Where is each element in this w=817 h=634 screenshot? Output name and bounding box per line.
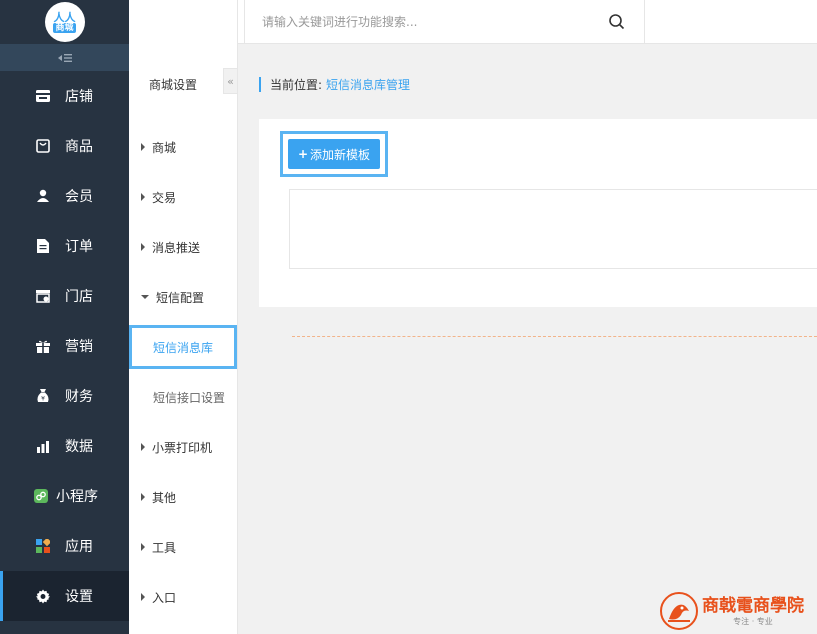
sidebar-item-apps[interactable]: 应用 [0,521,129,571]
sidebar-item-label: 门店 [65,289,93,305]
watermark: 商戟電商學院 专注 · 专业 [660,588,817,634]
submenu-child-label: 短信消息库 [153,340,214,355]
caret-right-icon [141,593,145,601]
submenu-item-label: 交易 [152,190,177,205]
submenu-item-sms-config[interactable]: 短信配置 [129,272,238,322]
logo-text-top: 人人 [53,10,76,24]
bar-chart-icon [36,439,50,453]
watermark-title: 商戟電商學院 [702,596,804,616]
caret-right-icon [141,243,145,251]
settings-submenu: 商城设置 « 商城 交易 消息推送 短信配置 短信消息库 短信接口设置 小票打印… [129,0,238,634]
submenu-child-label: 短信接口设置 [153,390,226,405]
watermark-text: 商戟電商學院 专注 · 专业 [702,595,804,627]
submenu-item-label: 入口 [152,590,177,605]
sidebar-item-label: 营销 [65,339,93,355]
submenu-item-label: 短信配置 [156,290,205,305]
caret-right-icon [141,193,145,201]
submenu-child-sms-library[interactable]: 短信消息库 [129,325,237,369]
submenu-collapse-button[interactable]: « [223,68,237,94]
sidebar-item-store[interactable]: 店铺 [0,71,129,121]
logo-area: 人人 商城 [0,0,129,44]
sidebar-item-marketing[interactable]: 营销 [0,321,129,371]
sidebar-item-settings[interactable]: 设置 [0,571,129,621]
sidebar-collapse-toggle[interactable] [0,44,129,71]
caret-right-icon [141,143,145,151]
submenu-item-label: 小票打印机 [152,440,213,455]
add-template-label: 添加新模板 [310,147,371,162]
sidebar-item-order[interactable]: 订单 [0,221,129,271]
apps-icon [36,539,50,553]
dashed-divider [292,336,817,337]
sidebar-item-label: 小程序 [56,489,98,505]
search-input[interactable] [262,7,602,37]
template-list-box [289,189,817,269]
sidebar-item-label: 订单 [65,239,93,255]
sidebar-item-label: 设置 [65,589,93,605]
sidebar-item-finance[interactable]: ¥ 财务 [0,371,129,421]
breadcrumb-current[interactable]: 短信消息库管理 [326,76,410,93]
double-chevron-left-icon: « [227,74,234,88]
app-logo[interactable]: 人人 商城 [44,2,85,42]
submenu-item-mall[interactable]: 商城 [129,122,238,172]
submenu-item-trade[interactable]: 交易 [129,172,238,222]
watermark-logo-icon [660,592,698,630]
submenu-item-label: 其他 [152,490,177,505]
bag-icon [36,139,50,153]
svg-text:¥: ¥ [41,396,45,403]
add-template-highlight: + 添加新模板 [280,131,388,177]
caret-right-icon [141,543,145,551]
sidebar-item-data[interactable]: 数据 [0,421,129,471]
sidebar-item-label: 店铺 [65,89,93,105]
breadcrumb-label: 当前位置: [270,78,323,92]
sidebar-item-outlet[interactable]: 门店 [0,271,129,321]
user-icon [36,189,50,203]
sidebar-item-label: 商品 [65,139,93,155]
search-icon[interactable] [608,13,626,31]
submenu-item-entry[interactable]: 入口 [129,572,238,622]
submenu-item-tools[interactable]: 工具 [129,522,238,572]
sidebar-item-label: 财务 [65,389,93,405]
submenu-title: 商城设置 [149,77,198,92]
sidebar-item-label: 应用 [65,539,93,555]
caret-right-icon [141,443,145,451]
gift-icon [36,339,50,353]
caret-down-icon [141,295,149,299]
sidebar-item-label: 会员 [65,189,93,205]
store-icon [36,89,50,103]
submenu-item-label: 消息推送 [152,240,201,255]
logo-text-bottom: 商城 [53,22,76,33]
main-sidebar: 人人 商城 店铺 商品 会员 订单 门店 营销 ¥ 财务 数据 小程序 应用 设… [0,0,129,634]
sidebar-item-goods[interactable]: 商品 [0,121,129,171]
add-template-button[interactable]: + 添加新模板 [288,139,380,169]
document-icon [36,239,50,253]
submenu-item-label: 工具 [152,540,177,555]
sidebar-item-member[interactable]: 会员 [0,171,129,221]
submenu-item-receipt-printer[interactable]: 小票打印机 [129,422,238,472]
search-bar [245,0,645,44]
collapse-menu-icon [57,53,72,62]
submenu-item-message-push[interactable]: 消息推送 [129,222,238,272]
submenu-item-other[interactable]: 其他 [129,472,238,522]
submenu-item-label: 商城 [152,140,177,155]
plus-icon: + [297,147,309,161]
money-bag-icon: ¥ [36,389,50,403]
breadcrumb: 当前位置: 短信消息库管理 [259,77,410,92]
submenu-child-sms-api-settings[interactable]: 短信接口设置 [129,372,238,422]
content-panel: + 添加新模板 [259,119,817,307]
watermark-subtitle: 专注 · 专业 [733,617,773,626]
gear-icon [36,589,50,603]
caret-right-icon [141,493,145,501]
shop-front-icon [36,289,50,303]
sidebar-item-label: 数据 [65,439,93,455]
mini-program-icon [34,489,48,503]
main-content: 当前位置: 短信消息库管理 + 添加新模板 [239,44,817,634]
sidebar-item-mini-program[interactable]: 小程序 [0,471,129,521]
